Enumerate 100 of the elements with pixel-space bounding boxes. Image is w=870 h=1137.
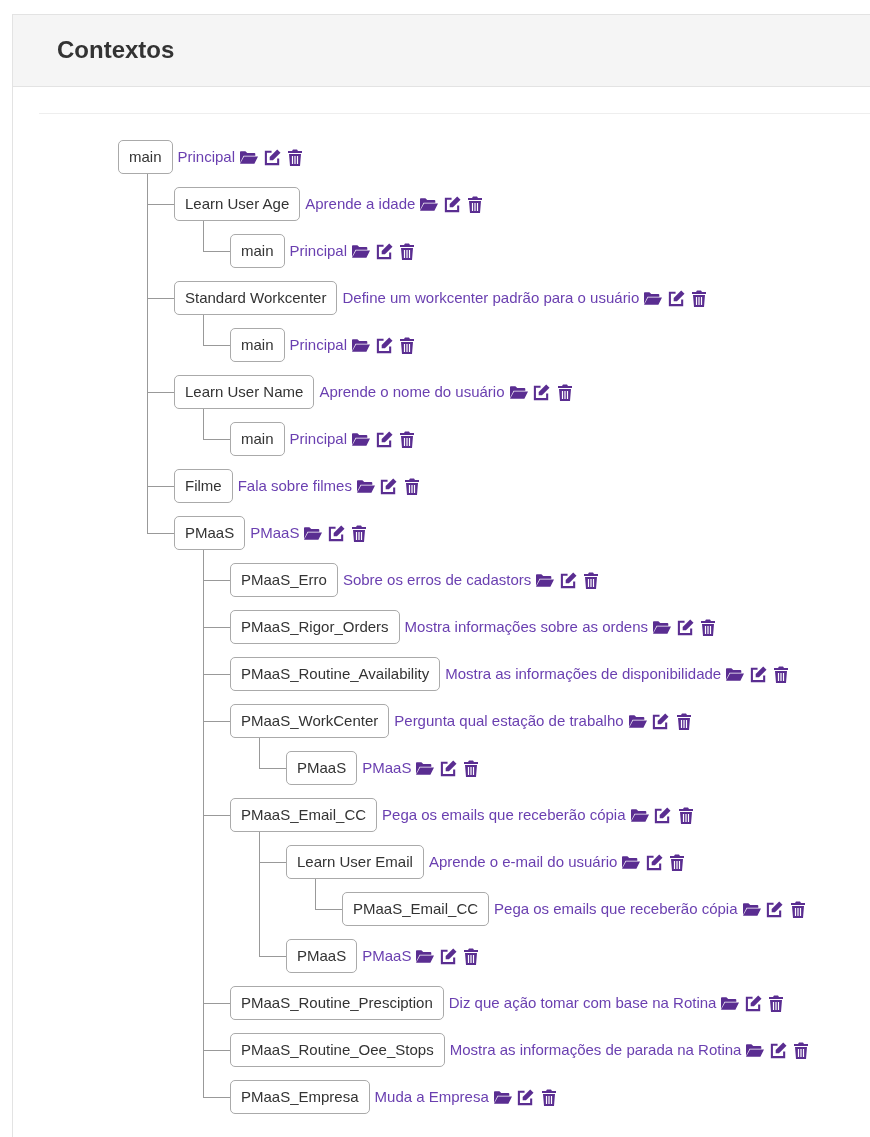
trash-icon[interactable] — [788, 900, 807, 918]
trash-icon[interactable] — [555, 383, 574, 401]
folder-icon[interactable] — [352, 242, 371, 260]
trash-icon[interactable] — [462, 947, 481, 965]
context-description-link[interactable]: Mostra as informações de parada na Rotina — [449, 1038, 742, 1062]
context-node[interactable]: PMaaS_WorkCenter — [230, 704, 390, 738]
edit-icon[interactable] — [769, 1041, 788, 1059]
edit-icon[interactable] — [645, 853, 664, 871]
edit-icon[interactable] — [559, 571, 578, 589]
folder-icon[interactable] — [644, 289, 663, 307]
trash-icon[interactable] — [350, 524, 369, 542]
folder-icon[interactable] — [493, 1088, 512, 1106]
context-description-link[interactable]: Principal — [289, 239, 348, 263]
trash-icon[interactable] — [539, 1088, 558, 1106]
context-node[interactable]: PMaaS — [174, 516, 246, 550]
context-description-link[interactable]: Pergunta qual estação de trabalho — [394, 709, 624, 733]
context-node[interactable]: Learn User Name — [174, 375, 315, 409]
context-description-link[interactable]: Sobre os erros de cadastors — [342, 568, 532, 592]
folder-icon[interactable] — [746, 1041, 765, 1059]
edit-icon[interactable] — [263, 148, 282, 166]
edit-icon[interactable] — [375, 242, 394, 260]
context-description-link[interactable]: Principal — [289, 427, 348, 451]
context-node[interactable]: PMaaS — [286, 751, 358, 785]
context-node[interactable]: PMaaS_Erro — [230, 563, 338, 597]
context-node[interactable]: Learn User Age — [174, 187, 301, 221]
trash-icon[interactable] — [582, 571, 601, 589]
context-node[interactable]: Learn User Email — [286, 845, 424, 879]
context-description-link[interactable]: Mostra as informações de disponibilidade — [445, 662, 722, 686]
context-description-link[interactable]: PMaaS — [362, 944, 412, 968]
folder-icon[interactable] — [628, 712, 647, 730]
context-description-link[interactable]: Fala sobre filmes — [237, 474, 352, 498]
trash-icon[interactable] — [674, 712, 693, 730]
trash-icon[interactable] — [398, 242, 417, 260]
edit-icon[interactable] — [676, 618, 694, 636]
context-description-link[interactable]: Pega os emails que receberão cópia — [494, 897, 738, 921]
edit-icon[interactable] — [516, 1088, 535, 1106]
context-node[interactable]: PMaaS_Routine_Presciption — [230, 986, 444, 1020]
context-description-link[interactable]: PMaaS — [362, 756, 412, 780]
context-node[interactable]: PMaaS_Routine_Oee_Stops — [230, 1033, 445, 1067]
context-node[interactable]: PMaaS_Email_CC — [342, 892, 490, 926]
context-description-link[interactable]: Aprende o nome do usuário — [319, 380, 505, 404]
context-node[interactable]: PMaaS_Routine_Availability — [230, 657, 441, 691]
trash-icon[interactable] — [676, 806, 695, 824]
folder-icon[interactable] — [622, 853, 641, 871]
context-node[interactable]: main — [230, 234, 285, 268]
folder-icon[interactable] — [416, 759, 435, 777]
context-node[interactable]: Standard Workcenter — [174, 281, 338, 315]
edit-icon[interactable] — [375, 430, 394, 448]
context-description-link[interactable]: Pega os emails que receberão cópia — [382, 803, 626, 827]
folder-icon[interactable] — [304, 524, 323, 542]
context-description-link[interactable]: Diz que ação tomar com base na Rotina — [448, 991, 717, 1015]
context-node[interactable]: PMaaS_Rigor_Orders — [230, 610, 400, 644]
trash-icon[interactable] — [772, 665, 791, 683]
folder-icon[interactable] — [721, 994, 740, 1012]
edit-icon[interactable] — [651, 712, 670, 730]
folder-icon[interactable] — [352, 336, 371, 354]
edit-icon[interactable] — [532, 383, 551, 401]
trash-icon[interactable] — [699, 618, 717, 636]
folder-icon[interactable] — [509, 383, 528, 401]
context-description-link[interactable]: Muda a Empresa — [374, 1085, 489, 1109]
edit-icon[interactable] — [653, 806, 672, 824]
folder-icon[interactable] — [653, 618, 671, 636]
context-description-link[interactable]: Principal — [177, 145, 236, 169]
folder-icon[interactable] — [630, 806, 649, 824]
edit-icon[interactable] — [443, 195, 462, 213]
trash-icon[interactable] — [690, 289, 709, 307]
edit-icon[interactable] — [765, 900, 784, 918]
edit-icon[interactable] — [379, 477, 398, 495]
trash-icon[interactable] — [668, 853, 687, 871]
trash-icon[interactable] — [466, 195, 485, 213]
edit-icon[interactable] — [375, 336, 394, 354]
context-description-link[interactable]: Principal — [289, 333, 348, 357]
trash-icon[interactable] — [792, 1041, 811, 1059]
folder-icon[interactable] — [352, 430, 371, 448]
context-node[interactable]: PMaaS_Empresa — [230, 1080, 370, 1114]
folder-icon[interactable] — [726, 665, 745, 683]
trash-icon[interactable] — [402, 477, 421, 495]
folder-icon[interactable] — [742, 900, 761, 918]
folder-icon[interactable] — [536, 571, 555, 589]
context-node[interactable]: PMaaS — [286, 939, 358, 973]
edit-icon[interactable] — [439, 759, 458, 777]
context-description-link[interactable]: Aprende o e-mail do usuário — [428, 850, 618, 874]
trash-icon[interactable] — [286, 148, 305, 166]
context-node[interactable]: Filme — [174, 469, 233, 503]
context-description-link[interactable]: Aprende a idade — [305, 192, 416, 216]
context-description-link[interactable]: Define um workcenter padrão para o usuário — [342, 286, 640, 310]
context-node[interactable]: main — [230, 328, 285, 362]
trash-icon[interactable] — [398, 430, 417, 448]
trash-icon[interactable] — [398, 336, 417, 354]
folder-icon[interactable] — [240, 148, 259, 166]
context-node[interactable]: PMaaS_Email_CC — [230, 798, 378, 832]
context-description-link[interactable]: Mostra informações sobre as ordens — [404, 615, 648, 639]
folder-icon[interactable] — [420, 195, 439, 213]
edit-icon[interactable] — [439, 947, 458, 965]
context-node[interactable]: main — [230, 422, 285, 456]
folder-icon[interactable] — [416, 947, 435, 965]
context-description-link[interactable]: PMaaS — [250, 521, 300, 545]
context-node[interactable]: main — [118, 140, 173, 174]
folder-icon[interactable] — [356, 477, 375, 495]
edit-icon[interactable] — [667, 289, 686, 307]
